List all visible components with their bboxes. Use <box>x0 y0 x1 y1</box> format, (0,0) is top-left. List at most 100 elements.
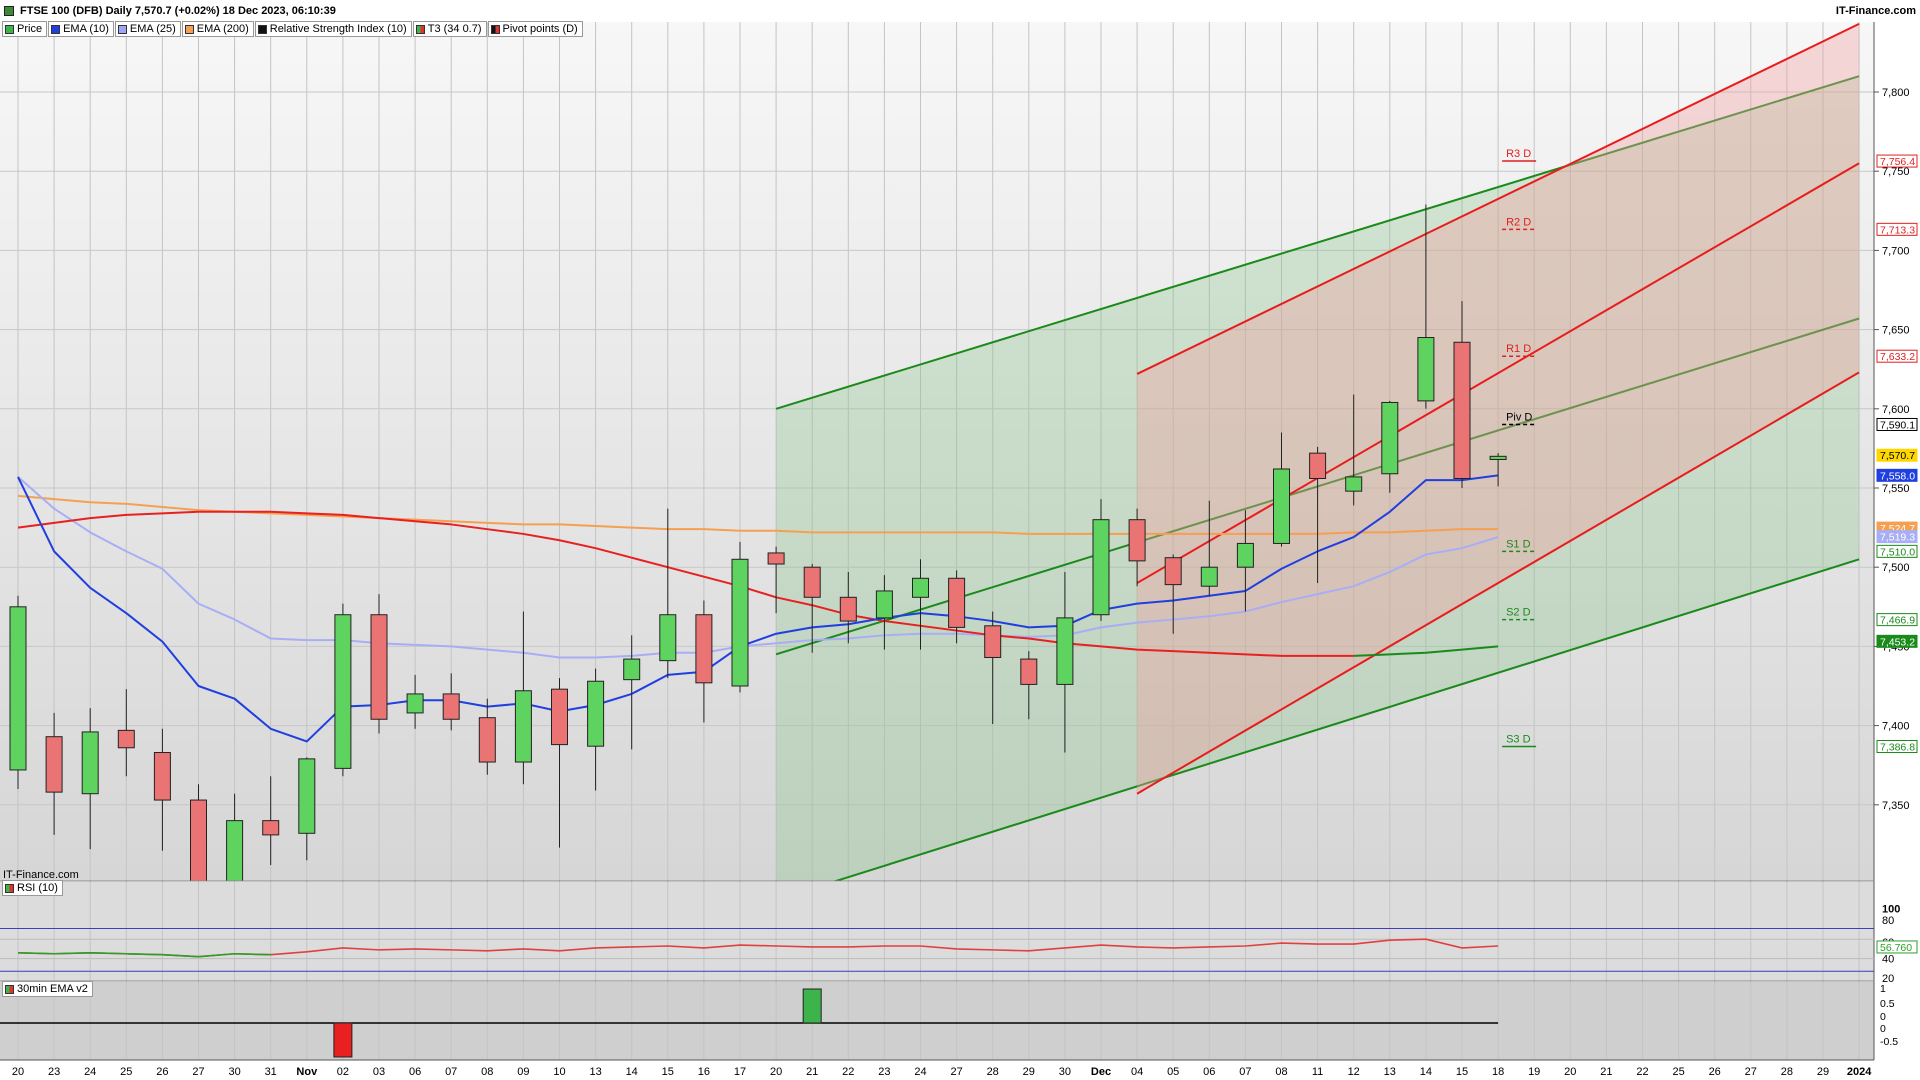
pivot-price-tag: 7,756.4 <box>1880 156 1915 168</box>
pivot-price-tag: 7,466.9 <box>1880 615 1915 627</box>
x-tick-label: 26 <box>156 1066 168 1078</box>
legend-item-ema25[interactable]: EMA (25) <box>114 21 181 37</box>
x-tick-label: 26 <box>1709 1066 1721 1078</box>
pivot-price-tag: 7,590.1 <box>1880 419 1915 431</box>
x-tick-label: 17 <box>734 1066 746 1078</box>
x-tick-label: 14 <box>1420 1066 1432 1078</box>
x-tick-label: 28 <box>1781 1066 1793 1078</box>
candle-up <box>875 590 893 619</box>
candle-down <box>803 566 821 598</box>
candle-down <box>695 614 713 684</box>
candle-up <box>1273 468 1290 544</box>
x-tick-label: 28 <box>987 1066 999 1078</box>
legend-label: EMA (25) <box>129 23 176 35</box>
indicator-tick-label: 0 <box>1880 1023 1886 1035</box>
candle-down <box>767 552 785 565</box>
legend-swatch <box>5 24 14 34</box>
candle-up <box>514 690 532 763</box>
candle-down <box>948 577 966 628</box>
candle-up <box>406 693 424 714</box>
legend-item-ema200[interactable]: EMA (200) <box>181 21 254 37</box>
x-tick-label: 24 <box>84 1066 96 1078</box>
instrument-icon <box>4 6 14 16</box>
candle-up <box>659 614 677 662</box>
x-tick-label: 30 <box>1059 1066 1071 1078</box>
legend-swatch <box>117 24 127 34</box>
y-tick-label: 7,400 <box>1882 721 1910 733</box>
brand-label[interactable]: IT-Finance.com <box>1836 5 1916 17</box>
x-tick-label: 29 <box>1023 1066 1035 1078</box>
indicator-tick-label: 1 <box>1880 983 1886 995</box>
pivot-label: R2 D <box>1506 216 1531 228</box>
candle-down <box>1128 519 1146 562</box>
indicator-panel-title: 30min EMA v2 <box>17 983 88 995</box>
legend-swatch <box>5 883 14 893</box>
legend-item-t3[interactable]: T3 (34 0.7) <box>412 21 487 37</box>
rsi-panel-label[interactable]: RSI (10) <box>2 880 63 896</box>
x-tick-label: 03 <box>373 1066 385 1078</box>
x-tick-label: 27 <box>192 1066 204 1078</box>
x-tick-label: 20 <box>12 1066 24 1078</box>
candle-up <box>81 731 99 795</box>
legend-swatch <box>51 24 61 34</box>
rsi-tick-label: 40 <box>1882 954 1894 966</box>
indicator-tick-label: 0.5 <box>1880 998 1895 1010</box>
legend-swatch <box>257 24 267 34</box>
x-tick-label: 08 <box>1275 1066 1287 1078</box>
x-tick-label: 04 <box>1131 1066 1143 1078</box>
candle-down <box>1020 658 1038 685</box>
x-tick-label: 15 <box>1456 1066 1468 1078</box>
candle-down <box>442 693 460 720</box>
indicator-bar-up <box>802 988 822 1024</box>
x-tick-label: 14 <box>626 1066 638 1078</box>
y-tick-label: 7,350 <box>1882 800 1910 812</box>
pivot-price-tag: 7,633.2 <box>1880 351 1915 363</box>
candle-up <box>587 680 605 747</box>
indicator-bar-down <box>333 1022 353 1058</box>
x-tick-label: 19 <box>1528 1066 1540 1078</box>
rsi-panel-background <box>0 882 1874 981</box>
candle-down <box>478 717 496 763</box>
chart-title: FTSE 100 (DFB) Daily 7,570.7 (+0.02%) 18… <box>20 5 336 17</box>
pivot-label: S1 D <box>1506 538 1531 550</box>
rsi-tick-label: 80 <box>1882 915 1894 927</box>
x-tick-label: 07 <box>1239 1066 1251 1078</box>
candle-down <box>262 820 280 836</box>
price-tag: 7,453.2 <box>1880 636 1915 648</box>
legend-item-rsi[interactable]: Relative Strength Index (10) <box>254 21 412 37</box>
candle-up <box>1092 519 1110 616</box>
pivot-label: Piv D <box>1506 411 1532 423</box>
legend-item-price[interactable]: Price <box>2 21 48 37</box>
pivot-price-tag: 7,510.0 <box>1880 546 1915 558</box>
legend-item-ema10[interactable]: EMA (10) <box>48 21 114 37</box>
x-tick-label: 31 <box>265 1066 277 1078</box>
x-tick-label: Dec <box>1091 1066 1111 1078</box>
x-tick-label: 13 <box>1384 1066 1396 1078</box>
candle-up <box>731 558 749 687</box>
candle-up <box>1489 455 1507 460</box>
x-tick-label: 27 <box>950 1066 962 1078</box>
x-tick-label: 12 <box>1348 1066 1360 1078</box>
candle-up <box>1236 542 1254 568</box>
indicator-tick-label: 0 <box>1880 1011 1886 1023</box>
x-tick-label: 05 <box>1167 1066 1179 1078</box>
candle-down <box>839 596 857 622</box>
indicator-panel-background <box>0 982 1874 1060</box>
indicator-panel-label[interactable]: 30min EMA v2 <box>2 981 93 997</box>
x-tick-label: 20 <box>770 1066 782 1078</box>
x-tick-label: 02 <box>337 1066 349 1078</box>
rsi-panel-title: RSI (10) <box>17 882 58 894</box>
candle-up <box>1417 337 1435 402</box>
candle-up <box>9 606 27 771</box>
x-tick-label: Nov <box>296 1066 318 1078</box>
candle-down <box>1453 341 1471 479</box>
x-tick-label: 22 <box>1636 1066 1648 1078</box>
pivot-label: S2 D <box>1506 607 1531 619</box>
x-tick-label: 22 <box>842 1066 854 1078</box>
candle-down <box>984 625 1002 658</box>
legend-item-pivots[interactable]: Pivot points (D) <box>487 21 583 37</box>
legend-swatch <box>184 24 194 34</box>
legend-label: EMA (200) <box>196 23 249 35</box>
price-tag: 7,558.0 <box>1880 470 1915 482</box>
pivot-price-tag: 7,386.8 <box>1880 742 1915 754</box>
